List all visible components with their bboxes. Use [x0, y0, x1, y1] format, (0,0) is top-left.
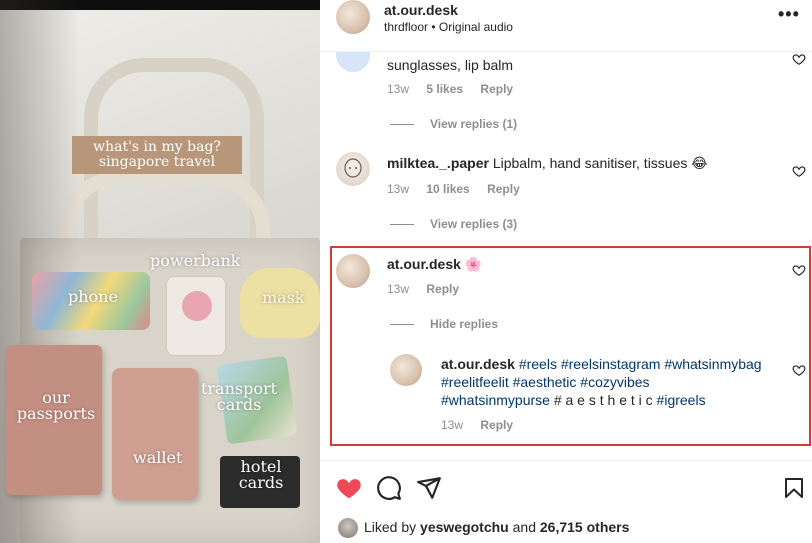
reply-plain-text: # a e s t h e t i c	[553, 392, 653, 408]
comment-body: at.our.desk 🌸	[387, 255, 482, 273]
comment-time[interactable]: 13w	[387, 82, 409, 96]
like-comment-icon[interactable]	[792, 164, 806, 178]
view-replies-line	[390, 224, 414, 225]
label-phone: phone	[68, 287, 118, 306]
comment-icon[interactable]	[376, 475, 402, 501]
view-replies-button[interactable]: View replies (3)	[430, 217, 517, 231]
reply-meta: 13w Reply	[441, 418, 527, 432]
post-actions: Liked by yeswegotchu and 26,715 others	[320, 460, 812, 543]
comment-meta: 13w 10 likes Reply	[387, 182, 534, 196]
comment-time[interactable]: 13w	[387, 182, 409, 196]
hide-replies-line	[390, 324, 414, 325]
reply-button[interactable]: Reply	[480, 82, 513, 96]
comment-text: 🌸	[464, 256, 483, 272]
reply-button[interactable]: Reply	[426, 282, 459, 296]
audio-label[interactable]: Original audio	[439, 20, 513, 34]
bookmark-icon[interactable]	[782, 475, 806, 501]
media-title-line2: singapore travel	[98, 154, 216, 170]
liked-by-count[interactable]: 26,715 others	[540, 519, 630, 535]
reply-hashtags-line1[interactable]: #reels #reelsinstagram #whatsinmybag	[519, 356, 762, 372]
label-transport: transport cards	[196, 381, 282, 413]
post-author-username[interactable]: at.our.desk	[384, 2, 458, 18]
audio-info: thrdfloor • Original audio	[384, 20, 513, 34]
avatar[interactable]	[336, 254, 370, 288]
comment-meta: 13w 5 likes Reply	[387, 82, 527, 96]
avatar-illustration	[344, 158, 362, 178]
view-replies-button[interactable]: View replies (1)	[430, 117, 517, 131]
like-comment-icon[interactable]	[792, 52, 806, 66]
reply-button[interactable]: Reply	[487, 182, 520, 196]
reply-hashtag-igreels[interactable]: #igreels	[657, 392, 706, 408]
comment-text: sunglasses, lip balm	[387, 57, 514, 73]
reply-hashtags-line2[interactable]: #reelitfeelit #aesthetic #cozyvibes	[441, 373, 786, 391]
powerbank-image	[166, 276, 226, 356]
send-icon[interactable]	[416, 475, 442, 501]
view-replies-line	[390, 124, 414, 125]
liked-by-summary: Liked by yeswegotchu and 26,715 others	[364, 519, 629, 535]
heart-filled-icon[interactable]	[336, 475, 362, 501]
like-comment-icon[interactable]	[792, 363, 806, 377]
highlighted-comment-box	[330, 246, 811, 446]
comment-username[interactable]: milktea._.paper	[387, 155, 489, 171]
avatar[interactable]	[390, 354, 422, 386]
label-hotel: hotel cards	[232, 459, 290, 491]
liked-by-user[interactable]: yeswegotchu	[420, 519, 509, 535]
reply-username[interactable]: at.our.desk	[441, 356, 515, 372]
reply-button[interactable]: Reply	[480, 418, 513, 432]
avatar[interactable]	[338, 518, 358, 538]
media-title-line1: what's in my bag?	[93, 139, 221, 155]
comments-list[interactable]: sunglasses, lip balm 13w 5 likes Reply V…	[320, 52, 812, 460]
audio-separator: •	[431, 20, 436, 34]
reply-hashtag-whatsinmypurse[interactable]: #whatsinmypurse	[441, 392, 550, 408]
reel-media[interactable]: what's in my bag? singapore travel power…	[0, 0, 320, 543]
comment-username[interactable]: at.our.desk	[387, 256, 461, 272]
avatar[interactable]	[336, 0, 370, 34]
avatar[interactable]	[336, 152, 370, 186]
wallet-image	[112, 368, 198, 500]
comment-text: Lipbalm, hand sanitiser, tissues 😂	[492, 155, 708, 171]
label-powerbank: powerbank	[150, 251, 241, 270]
media-title-plate: what's in my bag? singapore travel	[72, 136, 242, 174]
label-passports: our passports	[16, 390, 96, 422]
post-panel: at.our.desk thrdfloor • Original audio •…	[320, 0, 812, 543]
comment-likes[interactable]: 5 likes	[426, 82, 463, 96]
more-options-icon[interactable]: •••	[778, 4, 800, 25]
label-wallet: wallet	[133, 448, 183, 467]
reply-time[interactable]: 13w	[441, 418, 463, 432]
comment-body: milktea._.paper Lipbalm, hand sanitiser,…	[387, 154, 787, 172]
post-header: at.our.desk thrdfloor • Original audio •…	[320, 0, 812, 52]
liked-by-and: and	[512, 519, 536, 535]
label-transport-line2: cards	[216, 395, 262, 414]
label-passports-line2: passports	[16, 404, 96, 423]
comment-likes[interactable]: 10 likes	[426, 182, 469, 196]
like-comment-icon[interactable]	[792, 263, 806, 277]
label-hotel-line2: cards	[238, 473, 284, 492]
reply-body: at.our.desk #reels #reelsinstagram #what…	[441, 355, 786, 409]
hide-replies-button[interactable]: Hide replies	[430, 317, 498, 331]
label-mask: mask	[262, 288, 305, 307]
comment-meta: 13w Reply	[387, 282, 473, 296]
avatar[interactable]	[336, 52, 370, 72]
liked-by-prefix: Liked by	[364, 519, 417, 535]
comment-time[interactable]: 13w	[387, 282, 409, 296]
audio-artist[interactable]: thrdfloor	[384, 20, 428, 34]
